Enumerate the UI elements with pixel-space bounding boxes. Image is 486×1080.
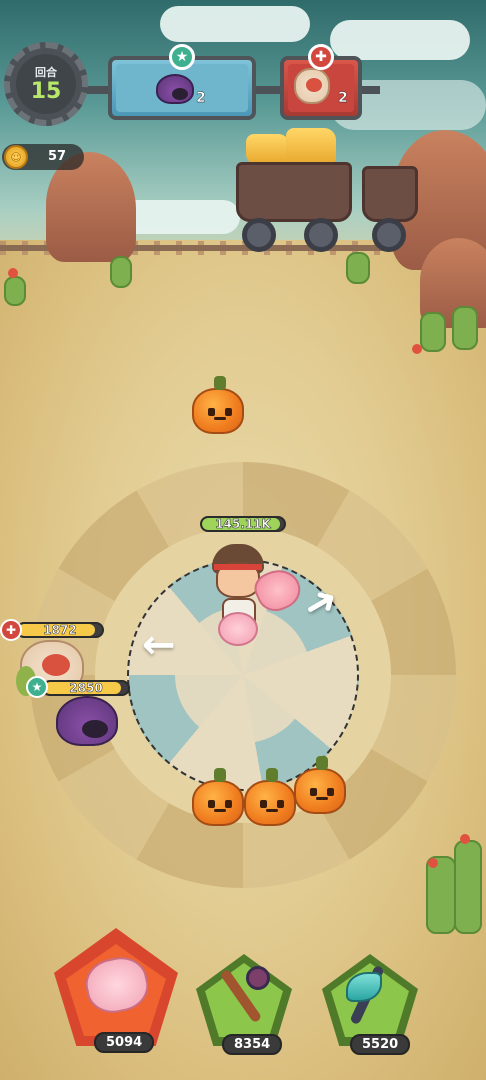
coin-icon: ☺ (4, 145, 28, 169)
cactus-flower (412, 344, 422, 354)
cart-wheel (372, 218, 406, 252)
purple-hedgehog[interactable] (56, 696, 118, 746)
ally-star-icon: ★ (169, 44, 195, 70)
enemy-plus-icon: ✚ (308, 44, 334, 70)
hedgehog-face (172, 88, 188, 100)
pumpkin-face (258, 800, 286, 812)
sheep-monster-icon (294, 68, 330, 104)
sheep-face (306, 78, 322, 92)
coin-value: 57 (48, 149, 67, 164)
hud-connector (360, 86, 380, 94)
cart-wheel (242, 218, 276, 252)
cart-body (362, 166, 418, 222)
hero-hp-text: 145.11K (215, 517, 271, 531)
pumpkin-face (206, 800, 234, 812)
cactus-flower (460, 834, 470, 844)
pumpkin-minion[interactable] (244, 768, 296, 826)
coin-counter: ☺ 57 (2, 144, 84, 170)
enemy-count: 2 (338, 90, 348, 106)
game-scene: ← ➜ 145.11K 1872 ✚ 2850 ★ 回合 15 2 ★ 2 ✚ … (0, 0, 486, 1080)
enemy-hp-text: 1872 (43, 623, 77, 637)
cactus (420, 312, 446, 352)
hero-hp-bar: 145.11K (200, 516, 286, 532)
cactus (452, 306, 478, 350)
cart-wheel (304, 218, 338, 252)
hero-headband (214, 564, 262, 570)
cactus (4, 276, 26, 306)
cloud (330, 20, 470, 60)
cactus-flower (428, 858, 438, 868)
skill-magic-wand-value: 8354 (222, 1034, 283, 1055)
round-number: 15 (30, 79, 62, 104)
sheep-face (42, 654, 70, 676)
hedgehog-face (82, 720, 108, 738)
round-label: 回合 (35, 66, 57, 79)
round-counter: 回合 15 (4, 42, 88, 126)
mine-cart (232, 128, 356, 252)
cactus (454, 840, 482, 934)
gold-ore (286, 128, 336, 164)
cactus (346, 252, 370, 284)
cart-body (236, 162, 352, 222)
mine-cart (362, 160, 422, 252)
round-counter-face: 回合 15 (16, 54, 76, 114)
gold-ore (246, 134, 290, 164)
enemy-hp-bar: 1872 (16, 622, 104, 638)
pumpkin-face (308, 788, 336, 800)
pumpkin-minion[interactable] (192, 376, 244, 434)
ally-count: 2 (196, 90, 206, 106)
magic-wand-head-icon (246, 966, 270, 990)
pig-companion (218, 612, 258, 646)
enemy-hp-bar: 2850 (42, 680, 130, 696)
cloud (160, 6, 310, 42)
pumpkin-face (206, 408, 234, 420)
pumpkin-minion[interactable] (294, 756, 346, 814)
left-arrow-icon: ← (142, 622, 176, 668)
skill-ice-axe-value: 5520 (350, 1034, 411, 1055)
cloud (120, 200, 240, 234)
cactus-flower (8, 268, 18, 278)
skill-pig-hammer-value: 5094 (94, 1032, 155, 1053)
cactus (110, 256, 132, 288)
purple-hedgehog-icon (156, 74, 194, 104)
enemy-hp-text: 2850 (69, 681, 103, 695)
pumpkin-minion[interactable] (192, 768, 244, 826)
